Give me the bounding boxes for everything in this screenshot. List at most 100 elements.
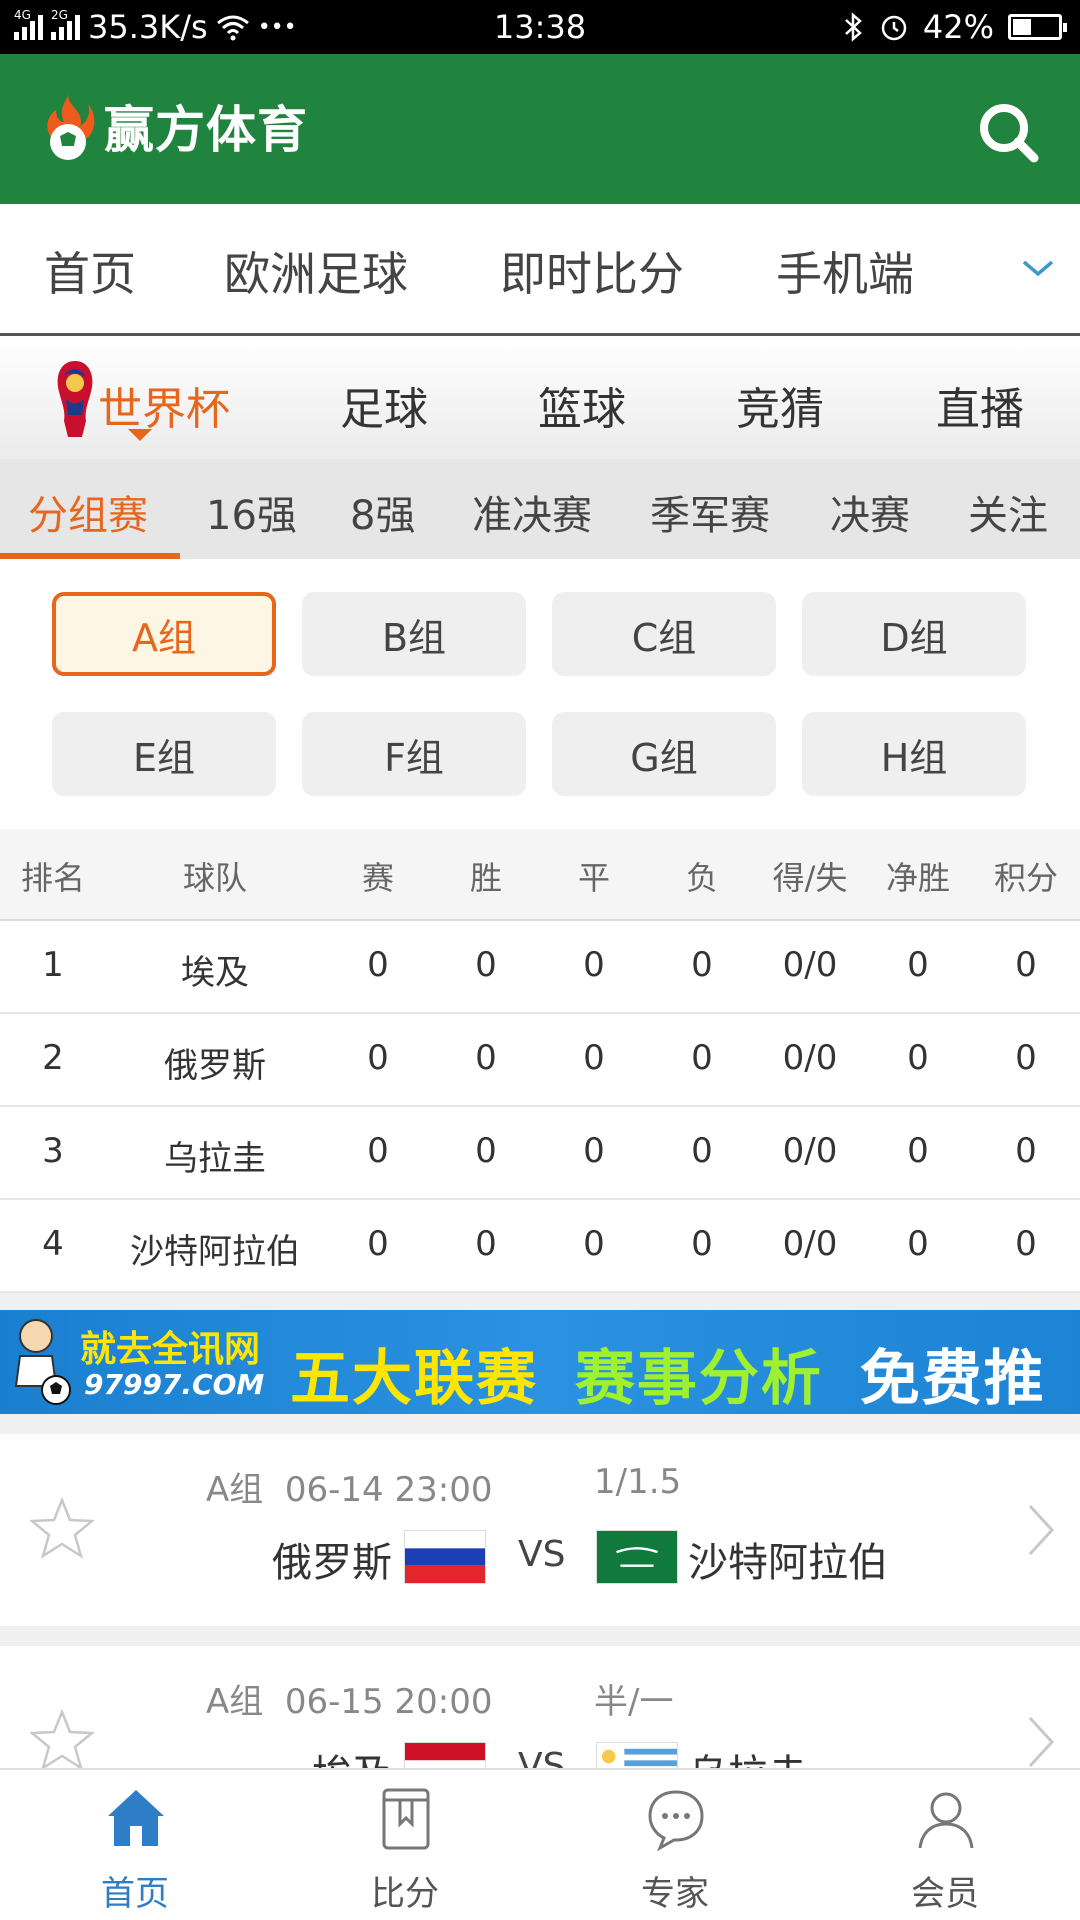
cell-played: 0 xyxy=(367,1224,389,1264)
col-played: 赛 xyxy=(361,859,394,897)
cell-rank: 1 xyxy=(42,945,64,985)
tab-basketball[interactable]: 篮球 xyxy=(538,373,626,437)
banner-slogan-part1: 五大联赛 xyxy=(290,1344,538,1414)
russia-flag-icon xyxy=(404,1530,486,1584)
group-button-b[interactable]: B组 xyxy=(302,592,526,676)
chevron-right-icon[interactable] xyxy=(1026,1502,1056,1558)
app-title: 赢方体育 xyxy=(104,101,308,159)
tab-live[interactable]: 直播 xyxy=(936,373,1024,437)
star-outline-icon[interactable] xyxy=(30,1496,94,1560)
match-meta: A组 06-14 23:00 xyxy=(206,1462,492,1511)
bottom-tab-label: 比分 xyxy=(371,1874,439,1914)
table-row[interactable]: 4 沙特阿拉伯 0 0 0 0 0/0 0 0 xyxy=(0,1200,1080,1293)
bottom-tab-experts[interactable]: 专家 xyxy=(540,1770,810,1920)
search-icon[interactable] xyxy=(976,100,1040,164)
cell-losses: 0 xyxy=(691,1038,713,1078)
flame-ball-logo-icon xyxy=(47,92,95,160)
table-row[interactable]: 2 俄罗斯 0 0 0 0 0/0 0 0 xyxy=(0,1014,1080,1107)
away-team: 沙特阿拉伯 xyxy=(688,1540,888,1586)
cell-wins: 0 xyxy=(475,945,497,985)
bottom-tab-scores[interactable]: 比分 xyxy=(270,1770,540,1920)
group-button-f[interactable]: F组 xyxy=(302,712,526,796)
cell-wins: 0 xyxy=(475,1131,497,1171)
tab-third-place[interactable]: 季军赛 xyxy=(650,483,770,541)
cell-played: 0 xyxy=(367,945,389,985)
chat-bubble-icon xyxy=(648,1790,704,1852)
col-draws: 平 xyxy=(577,859,610,897)
tab-quarterfinal[interactable]: 8强 xyxy=(350,483,415,541)
active-tab-caret xyxy=(128,429,152,441)
bottom-tab-home[interactable]: 首页 xyxy=(0,1770,270,1920)
match-meta: A组 06-15 20:00 xyxy=(206,1674,492,1723)
bottom-tab-member[interactable]: 会员 xyxy=(810,1770,1080,1920)
group-button-d[interactable]: D组 xyxy=(802,592,1026,676)
col-points: 积分 xyxy=(993,859,1058,897)
nav-item-europe-football[interactable]: 欧洲足球 xyxy=(224,238,408,304)
tab-final[interactable]: 决赛 xyxy=(830,483,910,541)
home-team: 俄罗斯 xyxy=(272,1540,392,1586)
col-goal-diff: 净胜 xyxy=(885,859,950,897)
match-card[interactable]: A组 06-14 23:00 1/1.5 俄罗斯 VS 沙特阿拉伯 xyxy=(0,1434,1080,1626)
cell-draws: 0 xyxy=(583,1131,605,1171)
vs-label: VS xyxy=(518,1534,566,1575)
tab-group-stage[interactable]: 分组赛 xyxy=(28,483,148,541)
chevron-down-icon[interactable] xyxy=(1020,250,1056,286)
cell-goal-diff: 0 xyxy=(907,1131,929,1171)
divider xyxy=(0,1626,1080,1646)
table-row[interactable]: 3 乌拉圭 0 0 0 0 0/0 0 0 xyxy=(0,1107,1080,1200)
group-button-a[interactable]: A组 xyxy=(52,592,276,676)
group-button-h[interactable]: H组 xyxy=(802,712,1026,796)
cell-losses: 0 xyxy=(691,1224,713,1264)
cell-draws: 0 xyxy=(583,1038,605,1078)
nav-item-mobile[interactable]: 手机端 xyxy=(776,238,914,304)
nav-item-home[interactable]: 首页 xyxy=(44,238,136,304)
cell-wins: 0 xyxy=(475,1038,497,1078)
match-datetime: 06-14 23:00 xyxy=(284,1470,493,1510)
col-losses: 负 xyxy=(685,859,718,897)
group-button-g[interactable]: G组 xyxy=(552,712,776,796)
tab-football[interactable]: 足球 xyxy=(340,373,428,437)
bluetooth-icon xyxy=(845,12,862,42)
star-outline-icon[interactable] xyxy=(30,1708,94,1772)
match-odds: 半/一 xyxy=(594,1682,674,1722)
group-button-c[interactable]: C组 xyxy=(552,592,776,676)
bottom-tab-label: 首页 xyxy=(101,1874,169,1914)
cell-points: 0 xyxy=(1015,1038,1037,1078)
match-datetime: 06-15 20:00 xyxy=(284,1682,493,1722)
app-logo[interactable]: 赢方体育 xyxy=(40,90,308,162)
cell-goals: 0/0 xyxy=(782,1224,838,1264)
cell-losses: 0 xyxy=(691,1131,713,1171)
group-button-e[interactable]: E组 xyxy=(52,712,276,796)
home-icon xyxy=(108,1790,164,1846)
cell-goal-diff: 0 xyxy=(907,1224,929,1264)
cell-rank: 3 xyxy=(42,1131,64,1171)
tab-round-of-16[interactable]: 16强 xyxy=(206,483,297,541)
table-row[interactable]: 1 埃及 0 0 0 0 0/0 0 0 xyxy=(0,921,1080,1014)
col-team: 球队 xyxy=(182,859,247,897)
cell-goals: 0/0 xyxy=(782,1131,838,1171)
chevron-right-icon[interactable] xyxy=(1026,1714,1056,1770)
cell-team: 沙特阿拉伯 xyxy=(130,1232,300,1272)
cell-points: 0 xyxy=(1015,945,1037,985)
cell-wins: 0 xyxy=(475,1224,497,1264)
tab-follow[interactable]: 关注 xyxy=(968,483,1048,541)
ad-banner[interactable]: 就去全讯网 97997.COM 五大联赛 赛事分析 免费推荐 xyxy=(0,1310,1080,1414)
battery-icon xyxy=(1008,14,1067,40)
app-header: 赢方体育 xyxy=(0,54,1080,204)
cell-team: 埃及 xyxy=(181,953,249,993)
tab-semifinal[interactable]: 准决赛 xyxy=(472,483,592,541)
col-rank: 排名 xyxy=(20,859,85,897)
cell-rank: 2 xyxy=(42,1038,64,1078)
bottom-tab-bar: 首页 比分 专家 会员 xyxy=(0,1768,1080,1920)
col-goals: 得/失 xyxy=(772,859,848,897)
active-tab-underline xyxy=(0,553,180,559)
standings-header: 排名 球队 赛 胜 平 负 得/失 净胜 积分 xyxy=(0,829,1080,921)
banner-slogan-part2: 赛事分析 xyxy=(574,1344,823,1414)
saudi-flag-icon xyxy=(596,1530,678,1584)
nav-item-live-scores[interactable]: 即时比分 xyxy=(500,238,684,304)
divider xyxy=(0,1293,1080,1310)
mascot-soccer-player-icon xyxy=(14,1319,71,1405)
tab-world-cup[interactable]: 世界杯 xyxy=(98,373,230,437)
tab-betting[interactable]: 竞猜 xyxy=(736,373,824,437)
divider xyxy=(0,1414,1080,1434)
